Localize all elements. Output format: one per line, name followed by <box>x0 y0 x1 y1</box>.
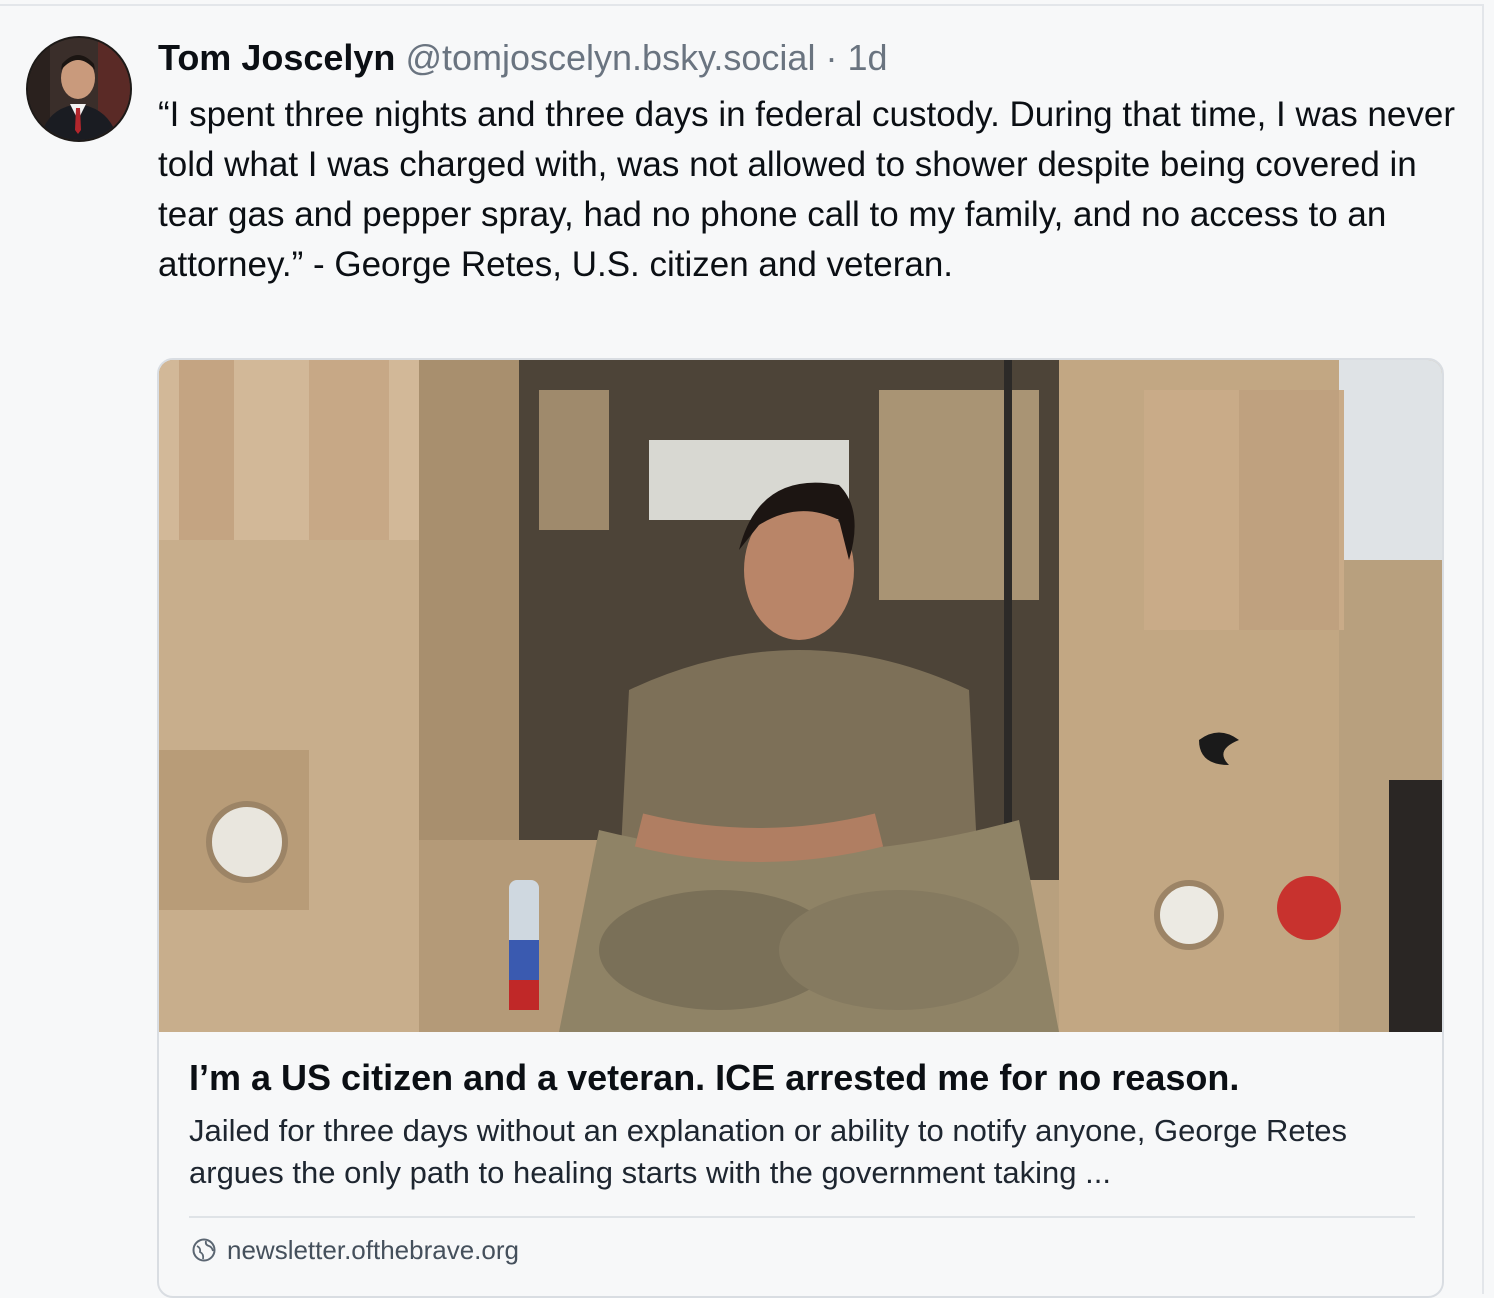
post[interactable]: Tom Joscelyn @tomjoscelyn.bsky.social · … <box>0 4 1484 1298</box>
post-timestamp[interactable]: 1d <box>847 37 887 78</box>
post-text: “I spent three nights and three days in … <box>158 95 1455 284</box>
post-header: Tom Joscelyn @tomjoscelyn.bsky.social · … <box>158 36 888 80</box>
link-card[interactable]: I’m a US citizen and a veteran. ICE arre… <box>157 358 1444 1298</box>
globe-icon <box>191 1237 217 1263</box>
link-card-domain-text: newsletter.ofthebrave.org <box>227 1234 519 1265</box>
link-card-image[interactable] <box>159 360 1442 1032</box>
link-card-description: Jailed for three days without an explana… <box>189 1113 1348 1190</box>
link-card-title[interactable]: I’m a US citizen and a veteran. ICE arre… <box>189 1056 1419 1100</box>
author-avatar[interactable] <box>26 36 132 142</box>
link-card-divider <box>189 1216 1415 1218</box>
separator-dot: · <box>825 37 838 78</box>
link-card-domain[interactable]: newsletter.ofthebrave.org <box>191 1230 519 1270</box>
author-name[interactable]: Tom Joscelyn <box>158 37 395 78</box>
author-handle[interactable]: @tomjoscelyn.bsky.social <box>405 37 815 78</box>
